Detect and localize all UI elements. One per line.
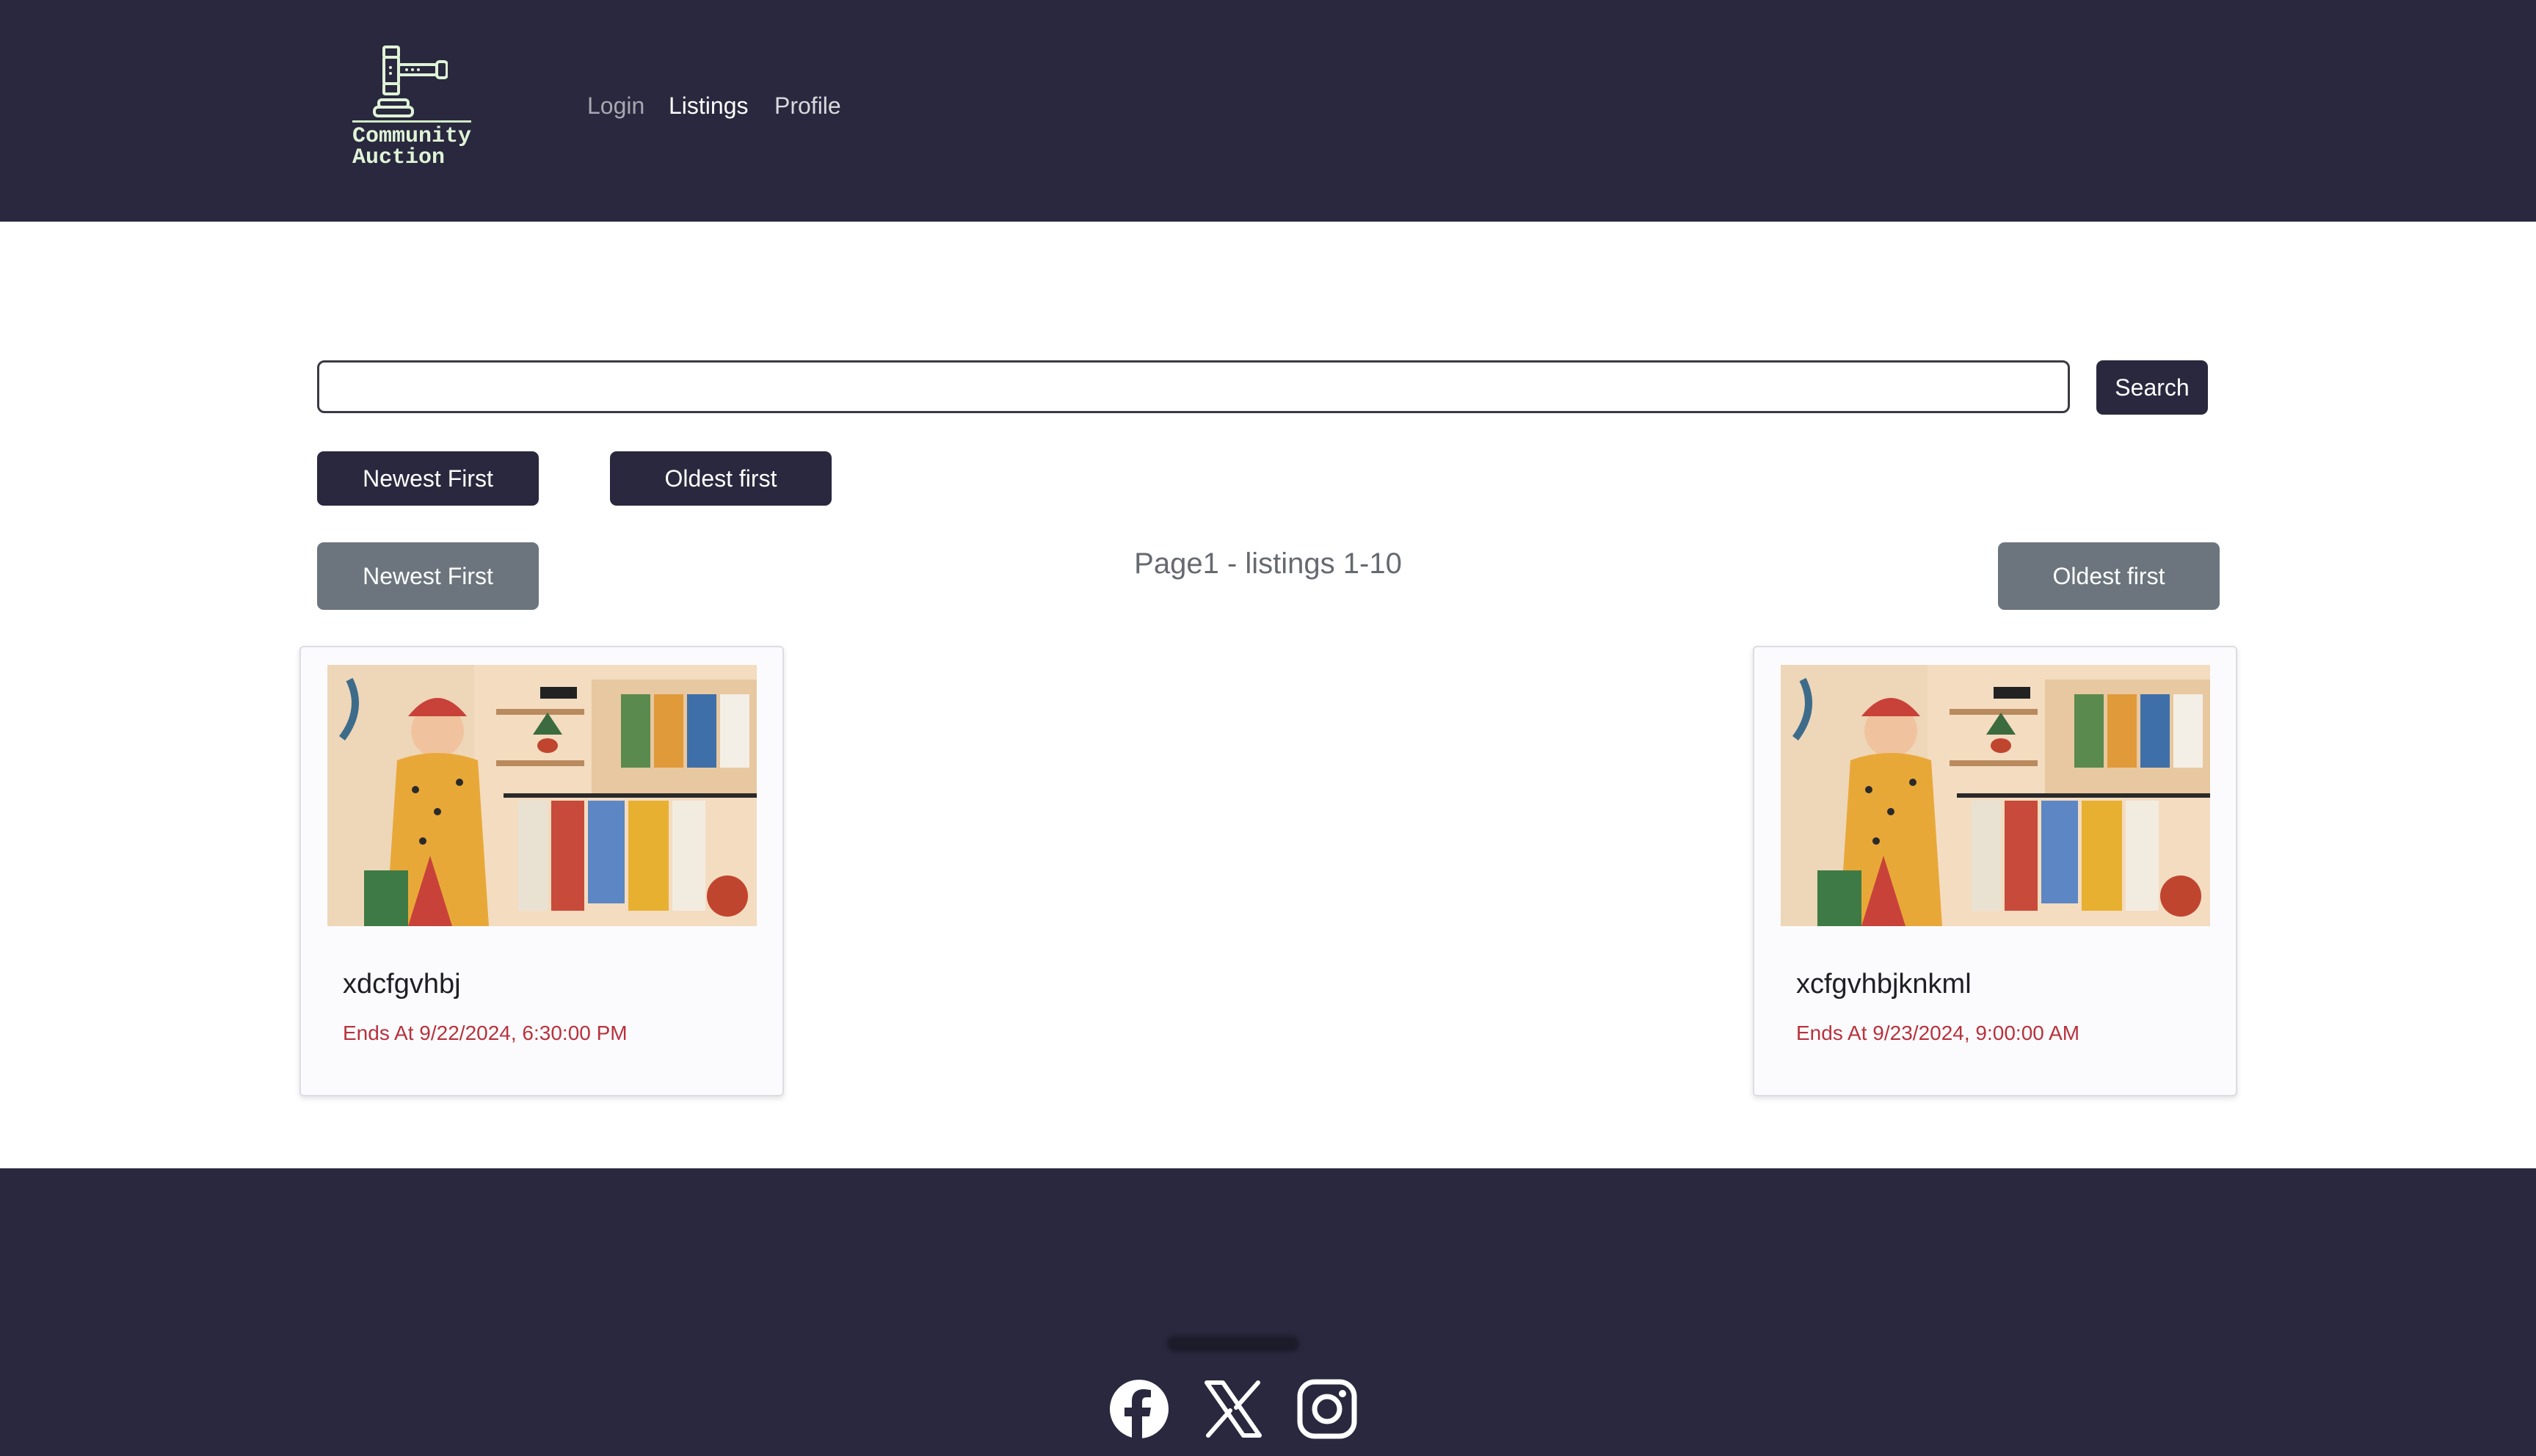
site-header: Community Auction Login Listings Profile xyxy=(0,0,2536,222)
gavel-icon xyxy=(373,46,448,117)
listing-end-date: Ends At 9/22/2024, 6:30:00 PM xyxy=(343,1022,628,1044)
listing-card[interactable]: xcfgvhbjknkml Ends At 9/23/2024, 9:00:00… xyxy=(1753,646,2237,1096)
instagram-icon[interactable] xyxy=(1296,1378,1358,1440)
pagination-oldest-button[interactable]: Oldest first xyxy=(1998,542,2220,610)
nav-profile-link[interactable]: Profile xyxy=(774,92,841,120)
listing-card[interactable]: xdcfgvhbj Ends At 9/22/2024, 6:30:00 PM xyxy=(299,646,784,1096)
facebook-icon[interactable] xyxy=(1108,1378,1170,1440)
search-button[interactable]: Search xyxy=(2096,360,2208,415)
listing-end-date: Ends At 9/23/2024, 9:00:00 AM xyxy=(1796,1022,2080,1044)
sort-oldest-button[interactable]: Oldest first xyxy=(610,451,832,506)
search-input[interactable] xyxy=(317,360,2070,413)
nav-login-link[interactable]: Login xyxy=(587,92,644,120)
x-twitter-icon[interactable] xyxy=(1202,1378,1264,1440)
sort-newest-button[interactable]: Newest First xyxy=(317,451,539,506)
site-footer xyxy=(0,1168,2536,1456)
listing-image xyxy=(1781,665,2210,926)
listing-image xyxy=(327,665,757,926)
community-auction-logo[interactable]: Community Auction xyxy=(345,41,477,181)
listing-title[interactable]: xcfgvhbjknkml xyxy=(1796,969,1972,1000)
logo-divider xyxy=(352,120,471,123)
logo-text: Community Auction xyxy=(352,124,472,170)
nav-listings-link[interactable]: Listings xyxy=(669,92,749,120)
listing-title[interactable]: xdcfgvhbj xyxy=(343,969,461,1000)
footer-blurred-text xyxy=(1167,1336,1299,1352)
